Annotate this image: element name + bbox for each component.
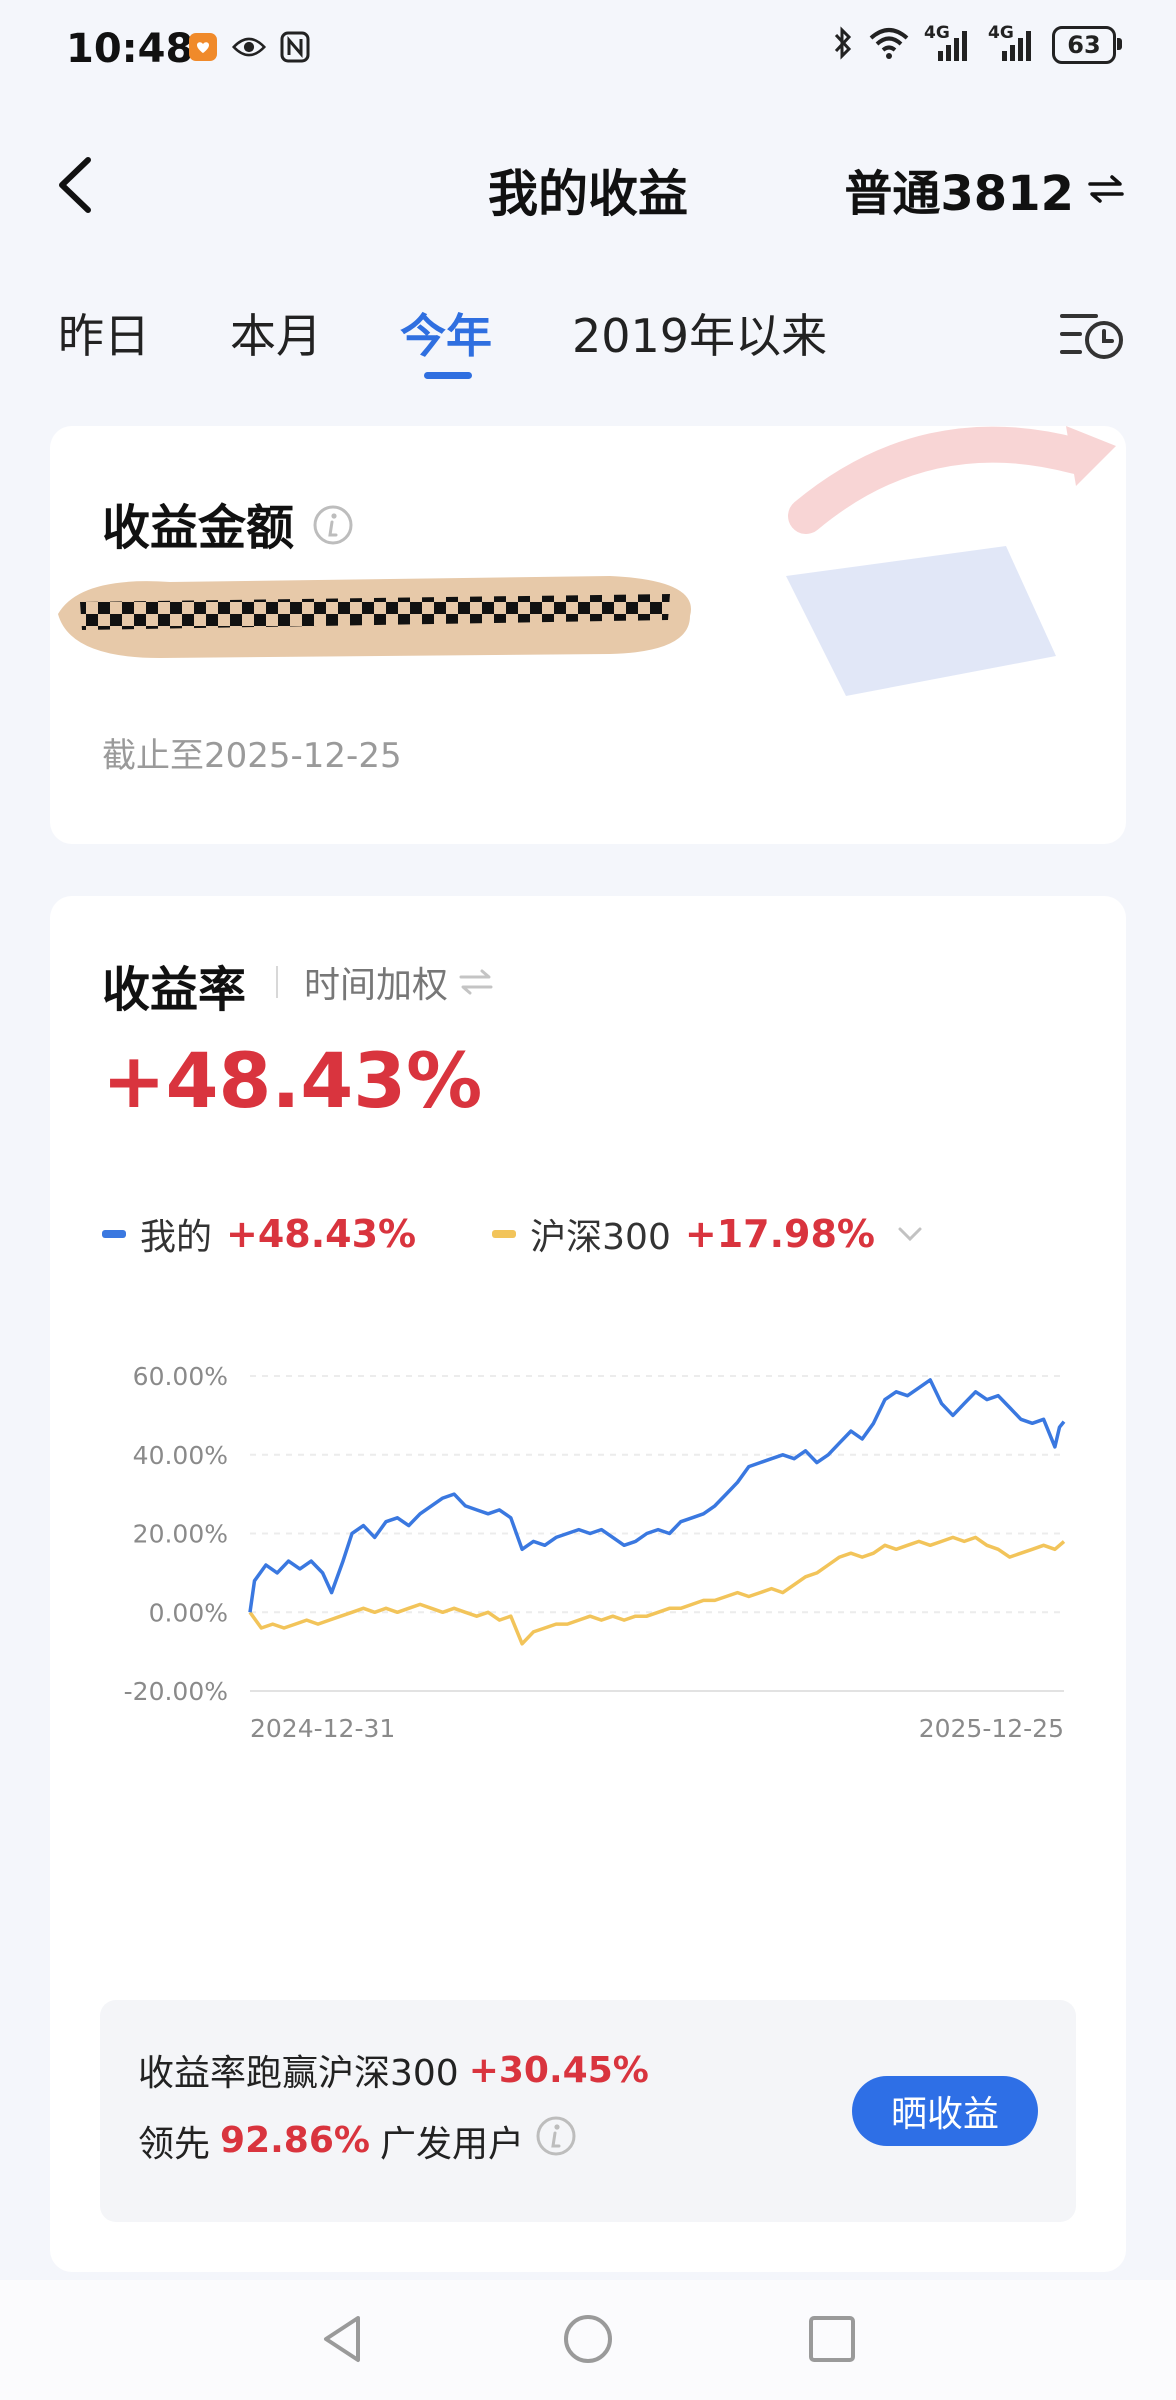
rank-prefix: 领先 <box>138 2123 211 2165</box>
amount-title: 收益金额 <box>102 488 355 559</box>
account-switch[interactable]: 普通3812 <box>844 154 1126 224</box>
tab-since-2019[interactable]: 2019年以来 <box>572 300 827 366</box>
active-tab-indicator <box>424 372 472 379</box>
chart-canvas: 60.00% 40.00% 20.00% 0.00% -20.00% 2024-12-31… <box>124 1362 1066 1743</box>
x-start-label: 2024-12-31 <box>250 1714 395 1743</box>
swap-arrows-icon <box>1088 175 1124 203</box>
legend-value-mine: +48.43% <box>226 1212 417 1256</box>
network-type-2: 4G <box>988 23 1014 43</box>
y-tick-label: 40.00% <box>133 1441 228 1470</box>
calc-method-label: 时间加权 <box>304 965 449 1006</box>
rising-arrow-decoration <box>786 426 1116 696</box>
info-icon[interactable] <box>311 503 355 559</box>
y-tick-label: -20.00% <box>124 1677 228 1706</box>
tab-yesterday[interactable]: 昨日 <box>58 300 150 366</box>
legend-swatch-mine <box>102 1230 126 1238</box>
signal-1-icon: 4G <box>924 23 974 63</box>
network-type-1: 4G <box>924 23 950 43</box>
period-tabs: 昨日 本月 今年 2019年以来 <box>0 290 1176 390</box>
outperform-label: 收益率跑赢沪深300 <box>138 2053 459 2094</box>
x-end-label: 2025-12-25 <box>919 1714 1064 1743</box>
square-recents-icon <box>809 2316 855 2362</box>
info-icon[interactable] <box>534 2114 578 2167</box>
signal-2-icon: 4G <box>988 23 1038 63</box>
wifi-icon <box>868 26 910 64</box>
nfc-icon <box>278 30 312 64</box>
y-tick-label: 60.00% <box>133 1362 228 1391</box>
app-notification-icon <box>186 30 220 64</box>
nav-home-button[interactable] <box>553 2304 623 2374</box>
outperform-value: +30.45% <box>468 2049 649 2091</box>
as-of-date: 截止至2025-12-25 <box>102 736 402 776</box>
battery-level: 63 <box>1067 31 1101 59</box>
redacted-amount-scribble <box>58 576 691 658</box>
triangle-back-icon <box>324 2316 360 2362</box>
status-bar: 10:48 4G 4G 63 <box>0 0 1176 100</box>
amount-title-text: 收益金额 <box>102 500 295 556</box>
status-time: 10:48 <box>66 26 194 72</box>
legend-value-index: +17.98% <box>684 1212 875 1256</box>
back-arrow-icon <box>59 157 91 213</box>
history-button[interactable] <box>1058 302 1128 366</box>
y-tick-label: 0.00% <box>149 1598 228 1627</box>
tab-this-year[interactable]: 今年 <box>400 300 492 366</box>
back-button[interactable] <box>50 150 110 220</box>
return-rate-card: 收益率 时间加权 +48.43% 我的 +48.43% 沪深300 +17.98… <box>50 896 1126 2272</box>
eye-icon <box>232 30 266 64</box>
bluetooth-icon <box>832 26 854 64</box>
y-tick-label: 20.00% <box>133 1520 228 1549</box>
series-line <box>248 1535 1066 1646</box>
nav-header: 我的收益 普通3812 <box>0 130 1176 240</box>
swap-arrows-icon <box>459 969 493 995</box>
calc-method-switch[interactable]: 时间加权 <box>304 956 494 1008</box>
series-line <box>248 1378 1066 1613</box>
share-earnings-button[interactable]: 晒收益 <box>852 2076 1038 2146</box>
amount-card: 收益金额 截止至2025-12-25 <box>50 426 1126 844</box>
battery-indicator: 63 <box>1052 26 1122 64</box>
chevron-down-icon <box>898 1227 922 1242</box>
return-rate-title: 收益率 <box>102 962 247 1018</box>
account-label: 普通3812 <box>844 166 1074 222</box>
system-nav-bar <box>0 2280 1176 2400</box>
nav-recents-button[interactable] <box>797 2304 867 2374</box>
rank-suffix: 广发用户 <box>379 2123 524 2165</box>
return-rate-value: +48.43% <box>102 1036 483 1125</box>
nav-back-button[interactable] <box>308 2304 378 2374</box>
summary-line-outperform: 收益率跑赢沪深300 +30.45% <box>138 2044 649 2096</box>
legend-item-mine: 我的 +48.43% <box>102 1208 416 1260</box>
legend-item-index[interactable]: 沪深300 +17.98% <box>492 1208 925 1260</box>
tab-this-month[interactable]: 本月 <box>230 300 322 366</box>
legend-swatch-index <box>492 1230 517 1238</box>
return-line-chart: 60.00% 40.00% 20.00% 0.00% -20.00% 2024-12-31… <box>50 1316 1126 1836</box>
title-divider <box>276 966 278 998</box>
summary-line-rank: 领先 92.86% 广发用户 <box>138 2114 578 2167</box>
legend-label-index: 沪深300 <box>530 1217 671 1258</box>
circle-home-icon <box>564 2315 612 2363</box>
legend-label-mine: 我的 <box>140 1217 213 1258</box>
rank-value: 92.86% <box>220 2120 370 2161</box>
performance-summary: 收益率跑赢沪深300 +30.45% 领先 92.86% 广发用户 晒收益 <box>100 2000 1076 2222</box>
list-clock-icon <box>1060 314 1123 359</box>
chart-legend: 我的 +48.43% 沪深300 +17.98% <box>102 1208 925 1260</box>
